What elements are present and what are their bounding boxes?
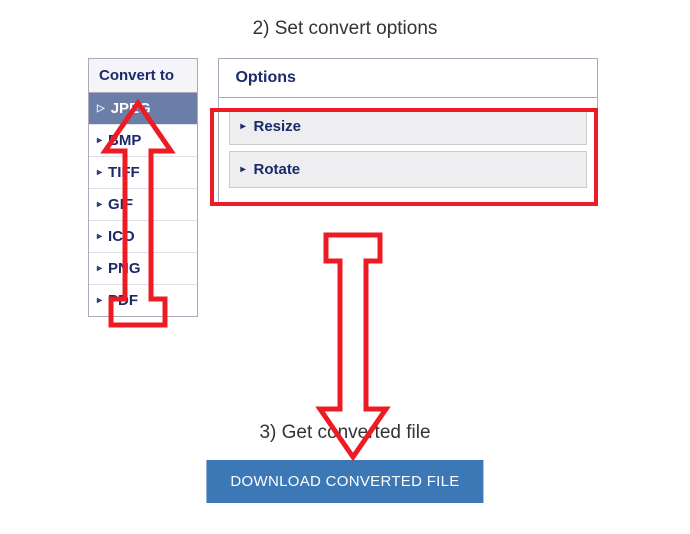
- triangle-right-icon: ▸: [240, 121, 245, 132]
- step-3-title: 3) Get converted file: [0, 422, 690, 444]
- download-converted-file-button[interactable]: DOWNLOAD CONVERTED FILE: [206, 460, 483, 503]
- sidebar-item-label: JPEG: [111, 100, 151, 117]
- sidebar-item-label: BMP: [108, 132, 141, 149]
- sidebar-item-label: GIF: [108, 196, 133, 213]
- triangle-right-icon: ▸: [97, 295, 102, 306]
- sidebar-item-label: ICO: [108, 228, 135, 245]
- triangle-right-icon: ▸: [97, 135, 102, 146]
- option-label: Rotate: [253, 161, 300, 178]
- sidebar-item-bmp[interactable]: ▸ BMP: [89, 125, 197, 157]
- sidebar-header: Convert to: [89, 59, 197, 93]
- step-2-title: 2) Set convert options: [0, 0, 690, 58]
- options-body: ▸ Resize ▸ Rotate: [219, 98, 597, 204]
- triangle-right-icon: ▸: [97, 199, 102, 210]
- sidebar-item-label: PNG: [108, 260, 141, 277]
- convert-to-sidebar: Convert to ▷ JPEG ▸ BMP ▸ TIFF ▸ GIF ▸ I…: [88, 58, 198, 317]
- triangle-right-icon: ▸: [97, 231, 102, 242]
- option-resize[interactable]: ▸ Resize: [229, 108, 587, 145]
- sidebar-item-pdf[interactable]: ▸ PDF: [89, 285, 197, 316]
- triangle-right-icon: ▸: [97, 263, 102, 274]
- options-panel: Options ▸ Resize ▸ Rotate: [218, 58, 598, 205]
- sidebar-item-png[interactable]: ▸ PNG: [89, 253, 197, 285]
- sidebar-item-label: PDF: [108, 292, 138, 309]
- triangle-right-icon: ▸: [97, 167, 102, 178]
- main-area: Convert to ▷ JPEG ▸ BMP ▸ TIFF ▸ GIF ▸ I…: [0, 58, 690, 317]
- option-label: Resize: [253, 118, 301, 135]
- sidebar-item-label: TIFF: [108, 164, 140, 181]
- option-rotate[interactable]: ▸ Rotate: [229, 151, 587, 188]
- sidebar-item-ico[interactable]: ▸ ICO: [89, 221, 197, 253]
- sidebar-item-gif[interactable]: ▸ GIF: [89, 189, 197, 221]
- sidebar-item-tiff[interactable]: ▸ TIFF: [89, 157, 197, 189]
- sidebar-item-jpeg[interactable]: ▷ JPEG: [89, 93, 197, 125]
- triangle-right-icon: ▸: [240, 164, 245, 175]
- options-header: Options: [219, 59, 597, 98]
- triangle-right-icon: ▷: [97, 103, 105, 114]
